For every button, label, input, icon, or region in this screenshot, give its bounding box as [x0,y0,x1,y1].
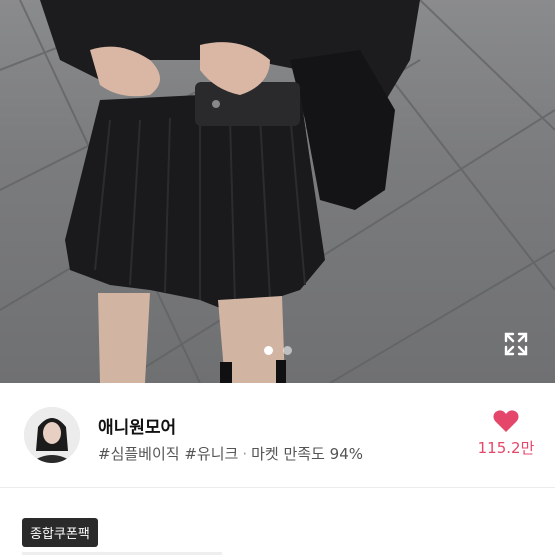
shop-info: 애니원모어 #심플베이직 #유니크 · 마켓 만족도 94% 115.2만 [0,383,555,488]
pagination-dot-2[interactable] [282,346,292,355]
shop-tag-2[interactable]: #유니크 [184,445,238,463]
image-pagination [0,346,555,355]
meta-separator: · [242,445,248,463]
pagination-dot-1[interactable] [263,346,273,355]
like-button[interactable]: 115.2만 [470,409,542,458]
shop-meta: #심플베이직 #유니크 · 마켓 만족도 94% [98,443,363,464]
shop-avatar[interactable] [24,407,80,463]
coupon-section: 종합쿠폰팩 [0,488,555,555]
like-count: 115.2만 [477,439,535,457]
product-image[interactable] [0,0,555,383]
expand-icon[interactable] [502,330,530,358]
shop-name[interactable]: 애니원모어 [98,413,176,438]
product-photo [0,0,555,383]
shop-tag-1[interactable]: #심플베이직 [98,445,180,463]
heart-icon [493,410,519,432]
market-satisfaction: 마켓 만족도 94% [251,445,363,463]
coupon-pack-badge[interactable]: 종합쿠폰팩 [22,518,98,547]
